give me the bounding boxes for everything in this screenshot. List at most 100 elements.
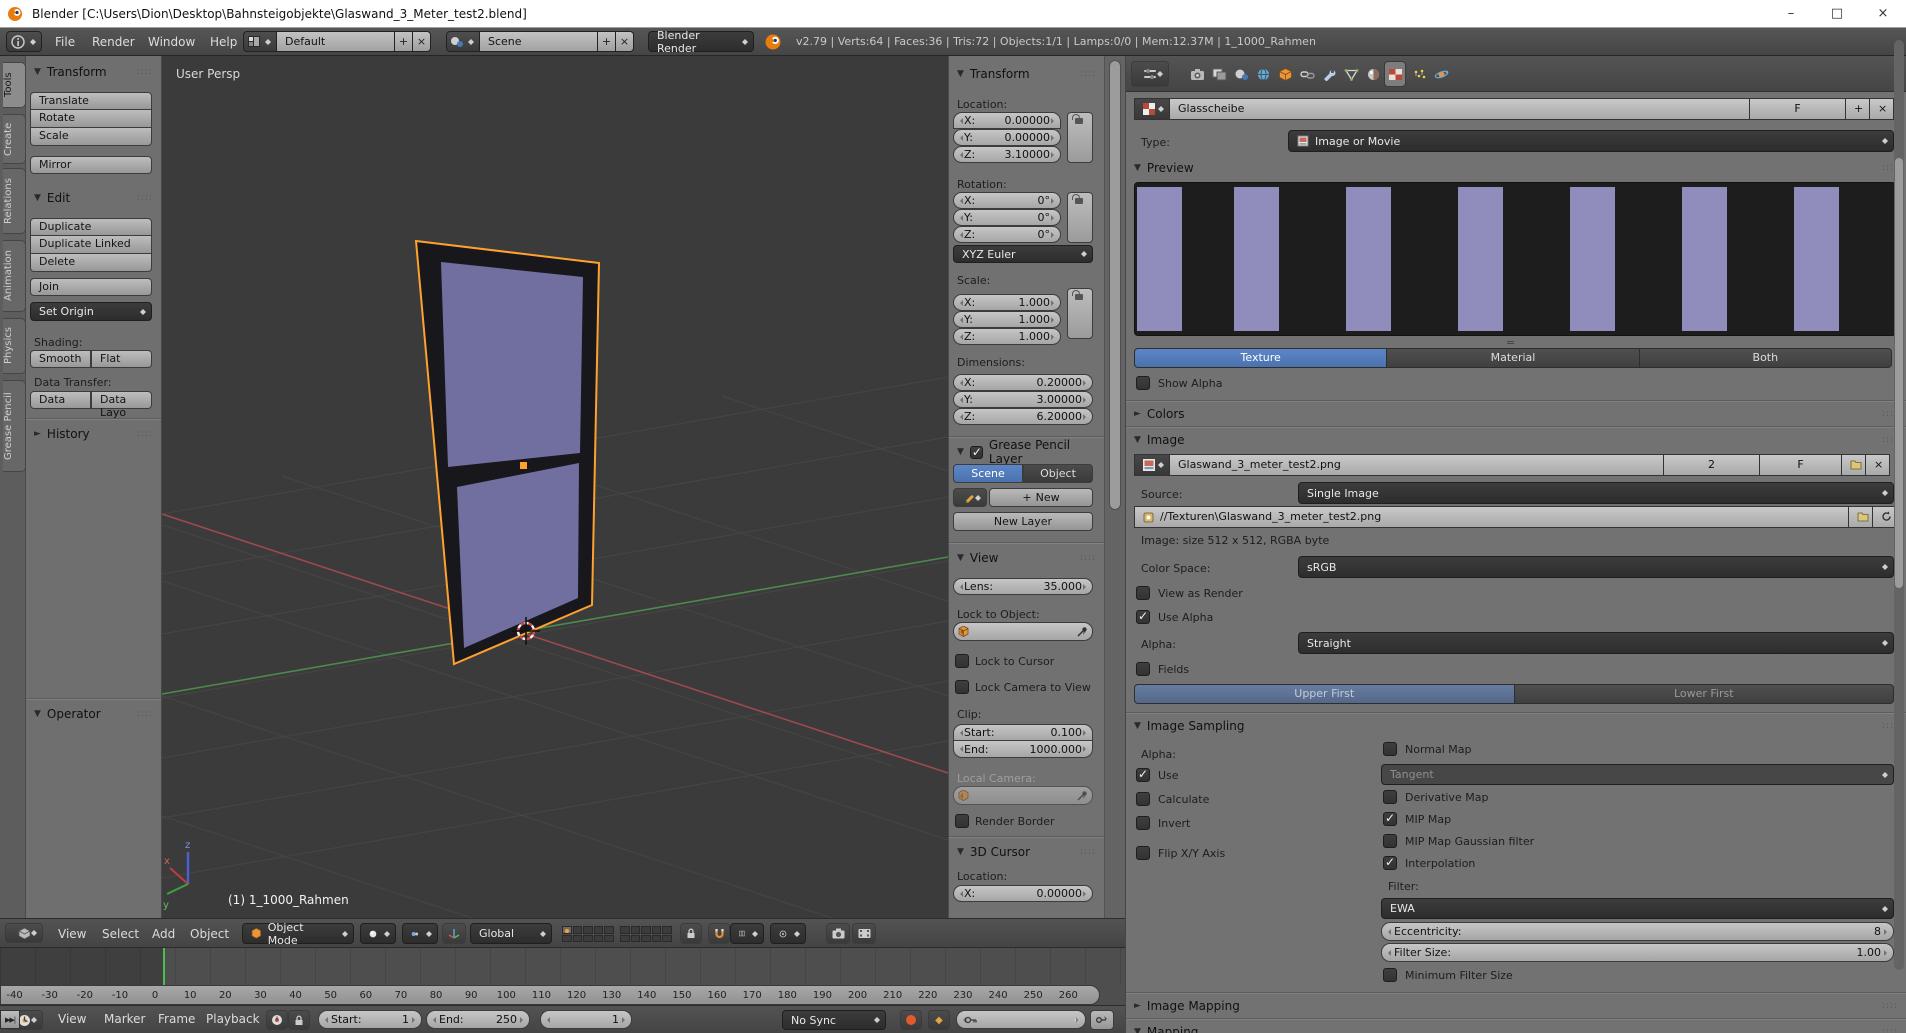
clip-start-field[interactable]: Start:0.100	[953, 724, 1093, 741]
properties-scrollbar[interactable]	[1894, 40, 1904, 970]
layer-cell[interactable]	[604, 926, 614, 934]
fake-user-button[interactable]: F	[1750, 98, 1846, 120]
tab-object[interactable]	[1274, 61, 1296, 87]
panel-grease-pencil-layer[interactable]: ▼ ✓ Grease Pencil Layer	[949, 442, 1104, 462]
lock-to-object-field[interactable]	[953, 622, 1093, 641]
timeline-scrub-area[interactable]	[0, 948, 1125, 985]
location-field[interactable]: Z:3.10000	[953, 146, 1061, 163]
panel-image[interactable]: ▼Image::::	[1126, 430, 1906, 450]
delete-scene-button[interactable]: ×	[616, 31, 634, 52]
layer-cell[interactable]	[641, 926, 651, 934]
layer-cell[interactable]	[652, 935, 662, 943]
panel-edit[interactable]: ▼Edit::::	[26, 188, 161, 208]
opengl-render-still-button[interactable]	[826, 923, 850, 944]
panel-operator[interactable]: ▼Operator::::	[26, 704, 161, 724]
timeline-frame-scale[interactable]: -40-30-20-100102030405060708090100110120…	[0, 985, 1100, 1005]
gp-datablock-icon[interactable]	[953, 488, 987, 507]
shelf-button[interactable]: Duplicate Linked	[30, 236, 152, 254]
gp-object-button[interactable]: Object	[1023, 464, 1093, 483]
tab-modifiers[interactable]	[1318, 61, 1340, 87]
scale-lock-buttons[interactable]	[1067, 288, 1093, 339]
layer-cell[interactable]	[594, 926, 604, 934]
frame-end-field[interactable]: End:250	[426, 1010, 530, 1029]
playback-button[interactable]: ▶▶|	[0, 1010, 20, 1029]
eccentricity-field[interactable]: Eccentricity:8	[1381, 922, 1894, 941]
glass-wall-object[interactable]	[416, 241, 599, 664]
dimension-field[interactable]: X:0.20000	[953, 374, 1093, 391]
source-dropdown[interactable]: Single Image	[1298, 482, 1894, 504]
frame-start-field[interactable]: Start:1	[318, 1010, 422, 1029]
interpolation-checkbox[interactable]: ✓	[1383, 856, 1397, 870]
normal-map-checkbox[interactable]: ✓	[1383, 742, 1397, 756]
set-origin-dropdown[interactable]: Set Origin	[30, 302, 152, 321]
panel-mapping[interactable]: ▼Mapping::::	[1126, 1022, 1906, 1033]
snap-element-dropdown[interactable]	[730, 923, 764, 944]
tab-particles[interactable]	[1408, 61, 1430, 87]
screen-layout-icon[interactable]	[243, 31, 277, 52]
alpha-use-checkbox[interactable]: ✓	[1136, 768, 1150, 782]
texture-name-field[interactable]: Glasscheibe	[1170, 98, 1750, 120]
alpha-calculate-checkbox[interactable]: ✓	[1136, 792, 1150, 806]
render-engine-dropdown[interactable]: Blender Render	[648, 31, 754, 52]
shade-smooth-button[interactable]: Smooth	[30, 350, 91, 368]
use-alpha-checkbox[interactable]: ✓	[1136, 610, 1150, 624]
panel-image-sampling[interactable]: ▼Image Sampling::::	[1126, 716, 1906, 736]
window-control-button[interactable]: □	[1814, 0, 1860, 28]
image-datablock-icon[interactable]	[1134, 454, 1170, 476]
panel-preview[interactable]: ▼Preview::::	[1126, 158, 1906, 178]
layer-cell[interactable]	[620, 935, 630, 943]
min-filter-checkbox[interactable]: ✓	[1383, 968, 1397, 982]
panel-3d-cursor[interactable]: ▼3D Cursor::::	[949, 842, 1104, 862]
opengl-render-anim-button[interactable]	[852, 923, 876, 944]
delete-layout-button[interactable]: ×	[413, 31, 431, 52]
gp-new-layer-button[interactable]: New Layer	[953, 512, 1093, 531]
shelf-button[interactable]: Scale	[30, 128, 152, 146]
preview-material-button[interactable]: Material	[1387, 348, 1639, 368]
colorspace-dropdown[interactable]: sRGB	[1298, 556, 1894, 578]
alpha-mode-dropdown[interactable]: Straight	[1298, 632, 1894, 654]
tab-animation[interactable]: Animation	[3, 240, 26, 312]
layer-cell[interactable]	[583, 935, 593, 943]
invert-checkbox[interactable]: ✓	[1136, 816, 1150, 830]
data-layout-button[interactable]: Data Layo	[91, 391, 152, 409]
fields-checkbox[interactable]: ✓	[1136, 662, 1150, 676]
tab-relations[interactable]: Relations	[3, 168, 26, 234]
autokey-lock-button[interactable]	[288, 1010, 310, 1030]
tab-constraints[interactable]	[1296, 61, 1318, 87]
image-name-field[interactable]: Glaswand_3_meter_test2.png	[1170, 454, 1664, 476]
layer-cell[interactable]	[562, 935, 572, 943]
window-control-button[interactable]: ×	[1860, 0, 1906, 28]
cursor-x-field[interactable]: X:0.00000	[953, 885, 1093, 902]
tab-world[interactable]	[1252, 61, 1274, 87]
upper-first-button[interactable]: Upper First	[1134, 684, 1515, 704]
preview-texture-button[interactable]: Texture	[1134, 348, 1387, 368]
layer-cell[interactable]	[604, 935, 614, 943]
filter-size-field[interactable]: Filter Size:1.00	[1381, 943, 1894, 962]
new-texture-button[interactable]: +	[1846, 98, 1870, 120]
rotation-lock-buttons[interactable]	[1067, 192, 1093, 243]
editor-type-selector[interactable]	[6, 31, 42, 52]
image-users-button[interactable]: 2	[1664, 454, 1760, 476]
panel-history[interactable]: ►History::::	[26, 424, 161, 444]
sync-dropdown[interactable]: No Sync	[782, 1010, 886, 1030]
tl-menu-marker[interactable]: Marker	[104, 1006, 145, 1033]
snap-toggle[interactable]	[708, 923, 730, 944]
panel-colors[interactable]: ►Colors::::	[1126, 404, 1906, 424]
panel-image-mapping[interactable]: ►Image Mapping::::	[1126, 996, 1906, 1016]
active-keying-set-field[interactable]	[956, 1010, 1086, 1029]
tangent-dropdown[interactable]: Tangent	[1381, 764, 1894, 785]
layer-cell[interactable]	[573, 935, 583, 943]
gp-new-button[interactable]: +New	[989, 488, 1093, 507]
manipulator-toggle[interactable]	[442, 923, 466, 944]
3d-viewport[interactable]: z x y User Persp (1) 1_1000_Rahmen	[162, 56, 948, 918]
shelf-button[interactable]: Translate	[30, 92, 152, 110]
preview-both-button[interactable]: Both	[1640, 348, 1892, 368]
lock-camera-checkbox[interactable]: ✓	[955, 680, 969, 694]
add-layout-button[interactable]: +	[395, 31, 413, 52]
window-control-button[interactable]: –	[1768, 0, 1814, 28]
open-image-button[interactable]	[1842, 454, 1866, 476]
unlink-texture-button[interactable]: ×	[1870, 98, 1894, 120]
rotation-field[interactable]: Y:0°	[953, 209, 1061, 226]
texture-datablock-icon[interactable]	[1134, 98, 1170, 120]
shelf-button[interactable]: Rotate	[30, 110, 152, 128]
